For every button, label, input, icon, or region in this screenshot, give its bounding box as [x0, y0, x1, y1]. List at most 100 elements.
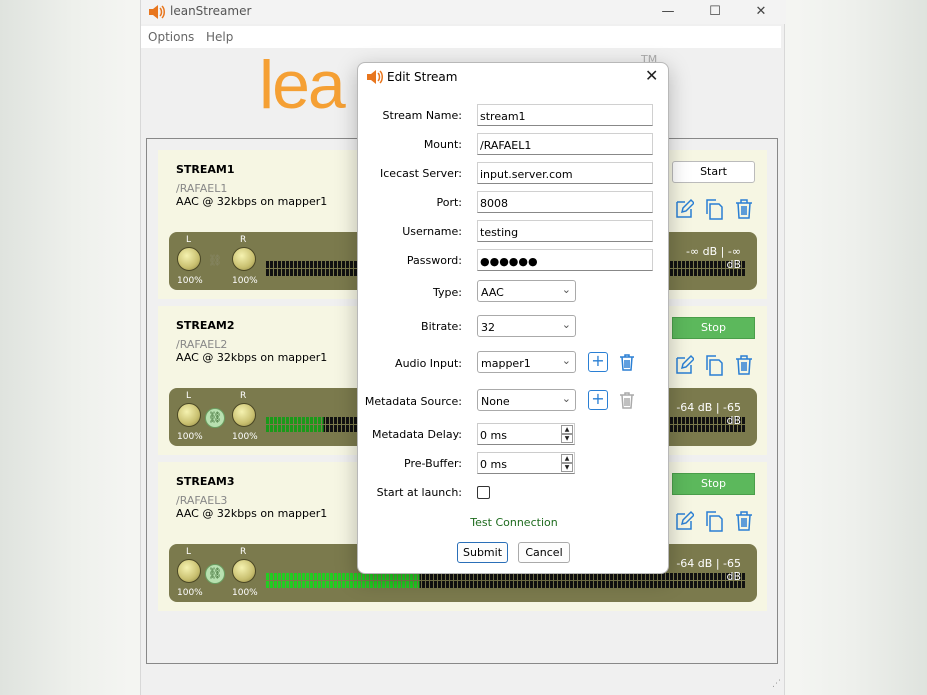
speaker-icon — [367, 70, 383, 84]
link-icon[interactable]: ⛓ — [205, 564, 225, 584]
metadata-delay-spinbox[interactable]: 0 ms ▲ ▼ — [477, 423, 575, 445]
metadata-source-select[interactable]: None ⌄ — [477, 389, 576, 411]
password-label: Password: — [406, 254, 462, 267]
db-readout: -64 dB | -65 dB — [676, 401, 741, 427]
edit-stream-dialog: Edit Stream ✕ Stream Name: stream1 Mount… — [357, 62, 669, 574]
delete-icon[interactable] — [734, 354, 754, 376]
left-channel-label: L — [186, 547, 192, 557]
speaker-icon — [149, 5, 165, 19]
chevron-down-icon: ⌄ — [561, 354, 571, 367]
server-input[interactable]: input.server.com — [477, 162, 653, 184]
right-channel-label: R — [240, 547, 247, 557]
minimize-button[interactable]: — — [657, 2, 679, 22]
right-volume-knob[interactable] — [232, 247, 256, 271]
cancel-button[interactable]: Cancel — [518, 542, 570, 563]
add-audio-input-button[interactable]: + — [588, 352, 608, 372]
chevron-down-icon: ⌄ — [561, 283, 571, 296]
delete-icon[interactable] — [734, 510, 754, 532]
stream-name: STREAM3 — [176, 475, 235, 488]
test-connection-link[interactable]: Test Connection — [358, 516, 670, 529]
left-channel-label: L — [186, 391, 192, 401]
copy-icon[interactable] — [704, 198, 724, 220]
bitrate-value: 32 — [481, 321, 495, 334]
right-volume-knob[interactable] — [232, 559, 256, 583]
start-at-launch-label: Start at launch: — [376, 486, 462, 499]
port-label: Port: — [436, 196, 462, 209]
right-level-bar — [266, 581, 746, 588]
dialog-title: Edit Stream — [387, 70, 458, 84]
add-metadata-source-button[interactable]: + — [588, 390, 608, 410]
audio-input-select[interactable]: mapper1 ⌄ — [477, 351, 576, 373]
left-volume-knob[interactable] — [177, 247, 201, 271]
edit-icon[interactable] — [674, 198, 694, 220]
copy-icon[interactable] — [704, 510, 724, 532]
stream-name: STREAM1 — [176, 163, 235, 176]
username-label: Username: — [402, 225, 462, 238]
menu-help[interactable]: Help — [206, 30, 233, 44]
mount-label: Mount: — [423, 138, 462, 151]
right-channel-label: R — [240, 235, 247, 245]
db-readout: -∞ dB | -∞ dB — [686, 245, 741, 271]
pre-buffer-spinbox[interactable]: 0 ms ▲ ▼ — [477, 452, 575, 474]
link-icon[interactable]: ⛓ — [205, 252, 225, 272]
stream-mount: /RAFAEL2 — [176, 338, 228, 351]
stop-button[interactable]: Stop — [672, 317, 755, 339]
edit-icon[interactable] — [674, 510, 694, 532]
right-volume-pct: 100% — [232, 588, 258, 598]
left-volume-knob[interactable] — [177, 559, 201, 583]
title-bar: leanStreamer — ☐ ✕ — [141, 0, 786, 24]
pre-buffer-value: 0 ms — [480, 458, 507, 471]
left-volume-knob[interactable] — [177, 403, 201, 427]
bitrate-select[interactable]: 32 ⌄ — [477, 315, 576, 337]
audio-input-label: Audio Input: — [395, 357, 462, 370]
delete-metadata-source-icon — [620, 392, 634, 409]
right-channel-label: R — [240, 391, 247, 401]
right-volume-pct: 100% — [232, 432, 258, 442]
left-level-bar — [266, 573, 746, 580]
menu-options[interactable]: Options — [148, 30, 194, 44]
start-button[interactable]: Start — [672, 161, 755, 183]
delete-icon[interactable] — [734, 198, 754, 220]
chevron-down-icon: ⌄ — [561, 392, 571, 405]
close-button[interactable]: ✕ — [750, 2, 772, 22]
type-value: AAC — [481, 286, 504, 299]
spin-up-icon[interactable]: ▲ — [561, 454, 573, 463]
server-label: Icecast Server: — [380, 167, 462, 180]
app-title: leanStreamer — [170, 4, 252, 18]
metadata-source-label: Metadata Source: — [364, 395, 462, 408]
resize-grip[interactable]: ⋰ — [772, 679, 784, 691]
type-select[interactable]: AAC ⌄ — [477, 280, 576, 302]
menu-bar: Options Help — [141, 26, 781, 48]
stream-mount: /RAFAEL1 — [176, 182, 228, 195]
copy-icon[interactable] — [704, 354, 724, 376]
stream-name-input[interactable]: stream1 — [477, 104, 653, 126]
username-input[interactable]: testing — [477, 220, 653, 242]
stream-description: AAC @ 32kbps on mapper1 — [176, 351, 328, 364]
maximize-button[interactable]: ☐ — [704, 2, 726, 22]
spin-up-icon[interactable]: ▲ — [561, 425, 573, 434]
start-at-launch-checkbox[interactable] — [477, 486, 490, 499]
stream-mount: /RAFAEL3 — [176, 494, 228, 507]
stream-name-label: Stream Name: — [382, 109, 462, 122]
link-icon[interactable]: ⛓ — [205, 408, 225, 428]
right-volume-knob[interactable] — [232, 403, 256, 427]
spin-down-icon[interactable]: ▼ — [561, 434, 573, 443]
port-input[interactable]: 8008 — [477, 191, 653, 213]
metadata-delay-value: 0 ms — [480, 429, 507, 442]
mount-input[interactable]: /RAFAEL1 — [477, 133, 653, 155]
left-volume-pct: 100% — [177, 588, 203, 598]
bitrate-label: Bitrate: — [421, 320, 462, 333]
edit-icon[interactable] — [674, 354, 694, 376]
delete-audio-input-icon[interactable] — [617, 352, 637, 372]
spin-down-icon[interactable]: ▼ — [561, 463, 573, 472]
right-volume-pct: 100% — [232, 276, 258, 286]
chevron-down-icon: ⌄ — [561, 318, 571, 331]
dialog-close-button[interactable]: ✕ — [645, 66, 658, 85]
metadata-delay-label: Metadata Delay: — [371, 428, 462, 441]
audio-input-value: mapper1 — [481, 357, 531, 370]
stop-button[interactable]: Stop — [672, 473, 755, 495]
password-input[interactable]: ●●●●●● — [477, 249, 653, 271]
left-channel-label: L — [186, 235, 192, 245]
submit-button[interactable]: Submit — [457, 542, 508, 563]
pre-buffer-label: Pre-Buffer: — [404, 457, 462, 470]
